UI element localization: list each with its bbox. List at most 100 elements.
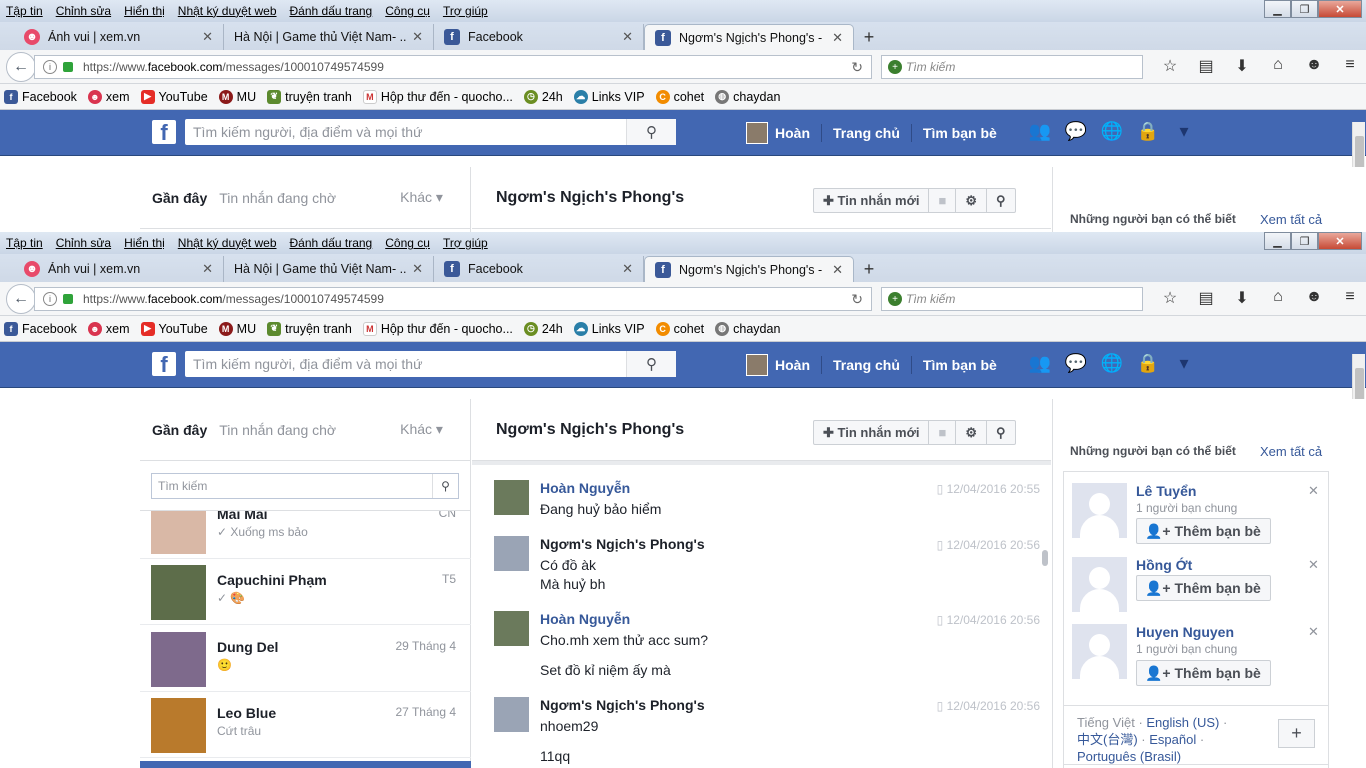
info-icon[interactable]: i <box>43 60 57 74</box>
bookmark-item[interactable]: ☁ Links VIP <box>573 321 645 336</box>
clipboard-icon[interactable]: ▤ <box>1188 288 1224 308</box>
pymk-name[interactable]: Hồng Ớt <box>1136 557 1192 573</box>
close-tab-icon[interactable]: ✕ <box>832 262 843 278</box>
maximize-button[interactable]: ❐ <box>1291 232 1318 250</box>
facebook-logo-icon[interactable]: f <box>152 352 176 376</box>
tab-other[interactable]: Khác ▾ <box>400 189 443 206</box>
bookmark-item[interactable]: f Facebook <box>4 89 77 104</box>
thread-search-input[interactable]: Tìm kiếm ⚲ <box>151 473 459 499</box>
avatar[interactable] <box>494 480 529 515</box>
language-link[interactable]: Español <box>1149 732 1196 747</box>
add-friend-button[interactable]: 👤+ Thêm bạn bè <box>1136 660 1271 686</box>
bookmark-item[interactable]: ◷ 24h <box>523 89 563 104</box>
privacy-lock-icon[interactable]: 🔒 <box>1130 353 1166 374</box>
avatar[interactable] <box>494 536 529 571</box>
tab-recent[interactable]: Gần đây <box>152 190 207 206</box>
list-item[interactable]: Leo Blue Cứt trâu 27 Tháng 4 <box>140 692 471 758</box>
bookmark-item[interactable]: ◷ 24h <box>523 321 563 336</box>
add-friend-button[interactable]: 👤+ Thêm bạn bè <box>1136 575 1271 601</box>
avatar[interactable] <box>1072 557 1127 612</box>
friend-requests-icon[interactable]: 👥 <box>1022 353 1058 374</box>
messages-icon[interactable]: 💬 <box>1058 353 1094 374</box>
video-call-icon[interactable]: ■ <box>929 189 957 212</box>
list-item[interactable]: Dung Del 🙂 29 Tháng 4 <box>140 626 471 692</box>
close-window-button[interactable]: ✕ <box>1318 0 1362 18</box>
privacy-lock-icon[interactable]: 🔒 <box>1130 121 1166 142</box>
add-friend-button[interactable]: 👤+ Thêm bạn bè <box>1136 518 1271 544</box>
bookmark-item[interactable]: ❦ truyện tranh <box>267 321 352 336</box>
bookmark-item[interactable]: Ccohet <box>655 89 704 104</box>
menu-history[interactable]: Nhật ký duyệt web <box>178 236 277 250</box>
info-icon[interactable]: i <box>43 292 57 306</box>
new-message-button[interactable]: ✚ Tin nhắn mới <box>814 189 930 212</box>
smiley-icon[interactable]: ☻ <box>1296 288 1332 308</box>
new-tab-button[interactable]: + <box>854 24 884 50</box>
bookmark-item[interactable]: ◍ chaydan <box>715 321 780 336</box>
pymk-name[interactable]: Huyen Nguyen <box>1136 624 1234 640</box>
list-item[interactable]: Mai Mai ✓ Xuống ms bảo CN <box>140 511 471 559</box>
menu-edit[interactable]: Chỉnh sửa <box>56 4 111 18</box>
menu-tools[interactable]: Công cụ <box>385 4 430 18</box>
menu-tools[interactable]: Công cụ <box>385 236 430 250</box>
close-tab-icon[interactable]: ✕ <box>202 261 213 277</box>
bookmark-item[interactable]: M MU <box>218 321 256 336</box>
minimize-button[interactable]: ▁ <box>1264 0 1291 18</box>
avatar[interactable] <box>746 122 768 144</box>
star-icon[interactable]: ☆ <box>1152 56 1188 76</box>
browser-search-input[interactable]: + Tìm kiếm <box>881 55 1143 79</box>
language-link[interactable]: English (US) <box>1146 715 1219 730</box>
bookmark-item[interactable]: ☻ xem <box>87 321 130 336</box>
search-icon[interactable]: ⚲ <box>432 474 458 498</box>
profile-link[interactable]: Hoàn <box>775 125 810 141</box>
browser-search-input[interactable]: + Tìm kiếm <box>881 287 1143 311</box>
avatar[interactable] <box>494 611 529 646</box>
message-scrollbar[interactable] <box>1042 550 1048 566</box>
bookmark-item[interactable]: ☻ xem <box>87 89 130 104</box>
back-button[interactable]: ← <box>6 283 36 314</box>
bookmark-item[interactable]: ❦ truyện tranh <box>267 89 352 104</box>
smiley-icon[interactable]: ☻ <box>1296 56 1332 76</box>
tab-pending[interactable]: Tin nhắn đang chờ <box>219 422 336 438</box>
notifications-globe-icon[interactable]: 🌐 <box>1094 121 1130 142</box>
account-menu-chevron-icon[interactable]: ▾ <box>1166 353 1202 374</box>
tab-messages-active[interactable]: f Ngơm's Ngịch's Phong's - ... ✕ <box>644 24 854 50</box>
menu-view[interactable]: Hiển thị <box>124 236 165 250</box>
reload-icon[interactable]: ↻ <box>851 59 863 76</box>
search-icon[interactable]: ⚲ <box>987 189 1015 212</box>
avatar[interactable] <box>494 697 529 732</box>
menu-view[interactable]: Hiển thị <box>124 4 165 18</box>
new-message-button[interactable]: ✚ Tin nhắn mới <box>814 421 930 444</box>
tab-messages-active[interactable]: f Ngơm's Ngịch's Phong's - ... ✕ <box>644 256 854 282</box>
see-all-link[interactable]: Xem tất cả <box>1260 212 1322 227</box>
close-tab-icon[interactable]: ✕ <box>412 29 423 45</box>
search-icon[interactable]: ⚲ <box>626 119 676 145</box>
message-sender[interactable]: Hoàn Nguyễn <box>540 611 630 627</box>
menu-file[interactable]: Tập tin <box>6 236 43 250</box>
home-icon[interactable]: ⌂ <box>1260 56 1296 76</box>
pymk-name[interactable]: Lê Tuyển <box>1136 483 1196 499</box>
close-tab-icon[interactable]: ✕ <box>832 30 843 46</box>
bookmark-item[interactable]: ☁ Links VIP <box>573 89 645 104</box>
menu-icon[interactable]: ≡ <box>1332 56 1366 76</box>
tab-other[interactable]: Khác ▾ <box>400 421 443 438</box>
see-all-link[interactable]: Xem tất cả <box>1260 444 1322 459</box>
minimize-button[interactable]: ▁ <box>1264 232 1291 250</box>
facebook-search-input[interactable]: Tìm kiếm người, địa điểm và mọi thứ ⚲ <box>185 351 676 377</box>
friend-requests-icon[interactable]: 👥 <box>1022 121 1058 142</box>
account-menu-chevron-icon[interactable]: ▾ <box>1166 121 1202 142</box>
home-link[interactable]: Trang chủ <box>833 357 900 373</box>
close-icon[interactable]: ✕ <box>1308 483 1319 499</box>
search-icon[interactable]: ⚲ <box>626 351 676 377</box>
close-tab-icon[interactable]: ✕ <box>202 29 213 45</box>
tab-xemvn[interactable]: ☻ Ảnh vui | xem.vn ✕ <box>14 24 224 50</box>
menu-file[interactable]: Tập tin <box>6 4 43 18</box>
url-bar[interactable]: i https://www. facebook.com/messages/1000… <box>34 55 872 79</box>
bookmark-item[interactable]: ▶ YouTube <box>140 321 208 336</box>
close-tab-icon[interactable]: ✕ <box>622 29 633 45</box>
find-friends-link[interactable]: Tìm bạn bè <box>923 125 997 141</box>
bookmark-item[interactable]: M MU <box>218 89 256 104</box>
menu-edit[interactable]: Chỉnh sửa <box>56 236 111 250</box>
list-item[interactable]: Capuchini Phạm ✓ 🎨 T5 <box>140 559 471 625</box>
pymk-mutual[interactable]: 1 người bạn chung <box>1136 501 1237 515</box>
maximize-button[interactable]: ❐ <box>1291 0 1318 18</box>
